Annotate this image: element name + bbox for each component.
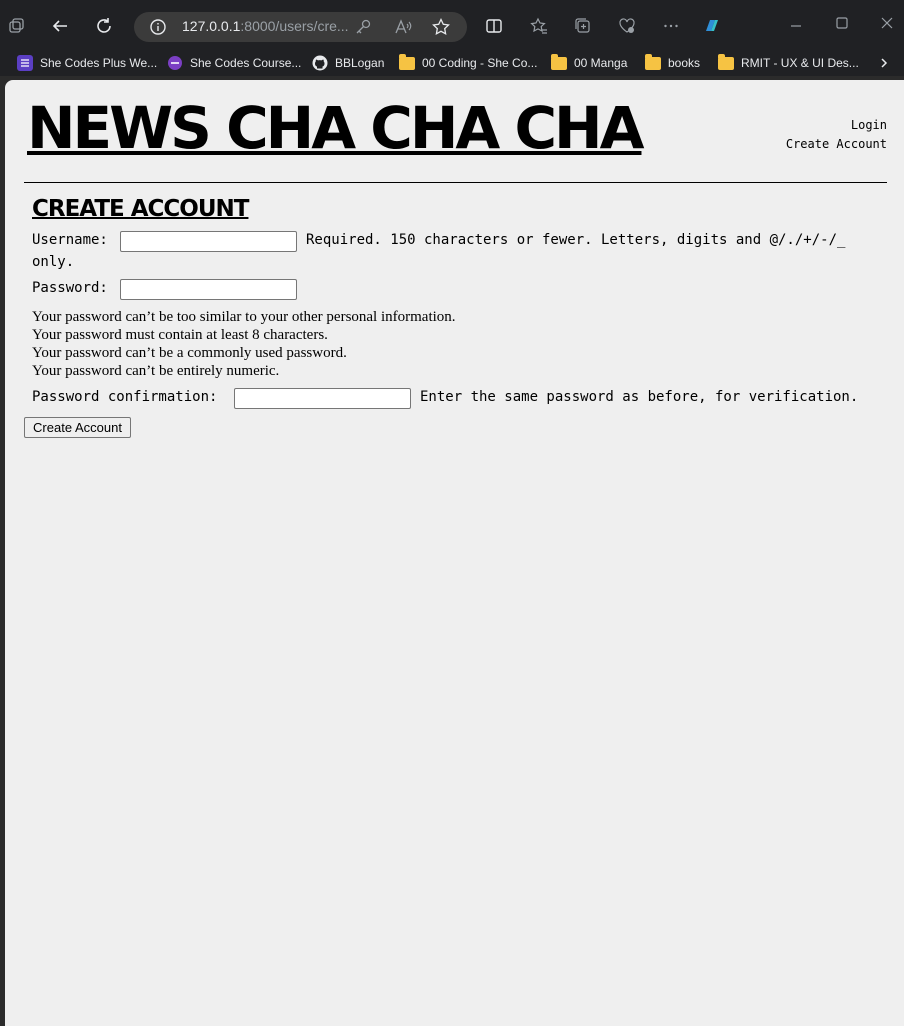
- password-confirmation-label: Password confirmation:: [32, 389, 218, 405]
- header-divider: [24, 182, 887, 183]
- github-icon: [312, 55, 328, 71]
- close-icon[interactable]: [875, 11, 899, 35]
- username-help-text: Required. 150 characters or fewer. Lette…: [306, 232, 846, 248]
- back-icon[interactable]: [48, 14, 72, 38]
- bookmarks-overflow-chevron-icon[interactable]: [878, 52, 890, 74]
- bookmark-she-codes-plus[interactable]: She Codes Plus We...: [17, 52, 157, 74]
- reload-icon[interactable]: [92, 14, 116, 38]
- maximize-icon[interactable]: [830, 11, 854, 35]
- split-screen-icon[interactable]: [482, 14, 506, 38]
- bookmark-rmit[interactable]: RMIT - UX & UI Des...: [718, 52, 859, 74]
- folder-icon: [551, 53, 567, 70]
- password-rule: Your password can’t be too similar to yo…: [32, 309, 456, 325]
- password-confirmation-help-text: Enter the same password as before, for v…: [420, 389, 859, 405]
- favorites-icon[interactable]: [527, 14, 551, 38]
- browser-titlebar: 127.0.0.1:8000/users/cre...: [0, 0, 904, 52]
- address-bar[interactable]: 127.0.0.1:8000/users/cre...: [134, 12, 467, 42]
- browser-essentials-icon[interactable]: [615, 14, 639, 38]
- list-icon: [17, 55, 33, 71]
- circle-icon: [168, 56, 182, 70]
- password-rule: Your password can’t be a commonly used p…: [32, 345, 347, 361]
- nav-login-link[interactable]: Login: [786, 116, 887, 135]
- more-options-icon[interactable]: [659, 14, 683, 38]
- password-input[interactable]: [120, 279, 297, 300]
- nav-create-account-link[interactable]: Create Account: [786, 135, 887, 154]
- bookmark-books[interactable]: books: [645, 52, 700, 74]
- page-title: CREATE ACCOUNT: [32, 196, 249, 222]
- bookmark-00-coding[interactable]: 00 Coding - She Co...: [399, 52, 537, 74]
- username-help-text-cont: only.: [32, 254, 75, 270]
- page-viewport: NEWS CHA CHA CHA Login Create Account CR…: [5, 80, 904, 1026]
- username-input[interactable]: [120, 231, 297, 252]
- password-confirmation-input[interactable]: [234, 388, 411, 409]
- url-text: 127.0.0.1:8000/users/cre...: [182, 18, 349, 34]
- copilot-icon[interactable]: [700, 14, 724, 38]
- password-rules-list: Your password can’t be too similar to yo…: [32, 308, 456, 380]
- bookmark-00-manga[interactable]: 00 Manga: [551, 52, 627, 74]
- site-info-icon[interactable]: [150, 19, 166, 35]
- collections-icon[interactable]: [571, 14, 595, 38]
- key-icon[interactable]: [354, 18, 372, 36]
- tab-actions-icon[interactable]: [4, 14, 28, 38]
- read-aloud-icon[interactable]: [394, 18, 412, 36]
- bookmarks-bar: She Codes Plus We... She Codes Course...…: [0, 52, 904, 76]
- site-title[interactable]: NEWS CHA CHA CHA: [27, 94, 644, 162]
- password-rule: Your password can’t be entirely numeric.: [32, 363, 280, 379]
- minimize-icon[interactable]: [784, 14, 808, 38]
- folder-icon: [645, 53, 661, 70]
- password-label: Password:: [32, 280, 108, 296]
- folder-icon: [718, 53, 734, 70]
- site-nav: Login Create Account: [786, 116, 887, 154]
- bookmark-she-codes-course[interactable]: She Codes Course...: [167, 52, 301, 74]
- bookmark-bblogan[interactable]: BBLogan: [312, 52, 384, 74]
- create-account-button[interactable]: Create Account: [24, 417, 131, 438]
- username-label: Username:: [32, 232, 108, 248]
- folder-icon: [399, 53, 415, 70]
- favorite-star-icon[interactable]: [432, 18, 450, 36]
- password-rule: Your password must contain at least 8 ch…: [32, 327, 328, 343]
